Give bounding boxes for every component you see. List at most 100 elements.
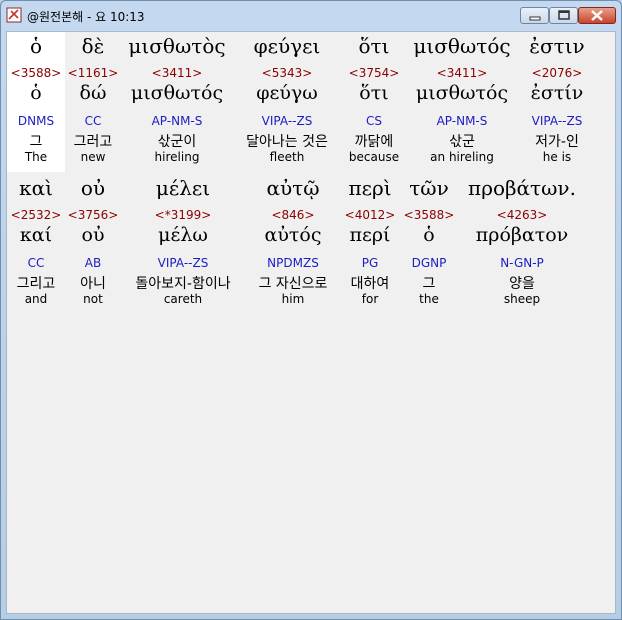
close-button[interactable] — [578, 7, 616, 24]
morph-code[interactable]: VIPA--ZS — [121, 256, 245, 270]
morph-code[interactable]: PG — [341, 256, 399, 270]
morph-code[interactable]: NPDMZS — [245, 256, 341, 270]
morph-code[interactable]: VIPA--ZS — [517, 114, 597, 128]
word-column[interactable]: ὁ <3588> ὁ DNMS 그 The — [7, 32, 65, 172]
greek-word: μισθωτός — [413, 34, 511, 58]
morph-code[interactable]: AP-NM-S — [121, 114, 233, 128]
morph-code[interactable]: DGNP — [399, 256, 459, 270]
strong-number[interactable]: <4012> — [341, 208, 399, 222]
english-gloss: new — [80, 150, 106, 164]
lemma: ἐστίν — [530, 82, 584, 104]
morph-code[interactable]: CS — [341, 114, 407, 128]
korean-gloss: 그 — [29, 134, 43, 150]
word-column[interactable]: ἐστιν <2076> ἐστίν VIPA--ZS 저가-인 he is — [517, 32, 597, 172]
korean-gloss: 그 — [422, 276, 436, 292]
lemma: αὐτός — [264, 224, 322, 246]
strong-number[interactable]: <3411> — [407, 66, 517, 80]
word-column[interactable]: φεύγει <5343> φεύγω VIPA--ZS 달아나는 것은 fle… — [233, 32, 341, 172]
strong-number[interactable]: <3588> — [7, 66, 65, 80]
strong-number[interactable]: <846> — [245, 208, 341, 222]
english-gloss: an hireling — [430, 150, 494, 164]
strong-number[interactable]: <5343> — [233, 66, 341, 80]
app-window: @원전본해 - 요 10:13 ὁ <3588> ὁ DNMS 그 The δὲ… — [0, 0, 622, 620]
english-gloss: careth — [163, 292, 203, 306]
minimize-icon — [529, 16, 541, 21]
english-gloss: sheep — [503, 292, 541, 306]
close-icon — [591, 10, 603, 21]
lemma: δώ — [79, 82, 107, 104]
strong-number[interactable]: <3588> — [399, 208, 459, 222]
korean-gloss: 저가-인 — [535, 134, 579, 150]
korean-gloss: 그러고 — [73, 134, 113, 150]
english-gloss: hireling — [154, 150, 200, 164]
english-gloss: and — [24, 292, 48, 306]
greek-word: μισθωτὸς — [128, 34, 226, 58]
word-column[interactable]: μέλει <*3199> μέλω VIPA--ZS 돌아보지-함이나 car… — [121, 174, 245, 314]
greek-word: ἐστιν — [529, 34, 585, 58]
window-title: @원전본해 - 요 10:13 — [27, 10, 145, 24]
greek-word: περὶ — [348, 176, 392, 200]
english-gloss: he is — [542, 150, 572, 164]
word-column[interactable]: προβάτων. <4263> πρόβατον N-GN-P 양을 shee… — [459, 174, 585, 314]
strong-number[interactable]: <3756> — [65, 208, 121, 222]
strong-number[interactable]: <3754> — [341, 66, 407, 80]
strong-number[interactable]: <1161> — [65, 66, 121, 80]
word-column[interactable]: καὶ <2532> καί CC 그리고 and — [7, 174, 65, 314]
lemma: καί — [19, 224, 53, 246]
english-gloss: for — [361, 292, 379, 306]
word-column[interactable]: δὲ <1161> δώ CC 그러고 new — [65, 32, 121, 172]
korean-gloss: 까닭에 — [354, 134, 394, 150]
strong-number[interactable]: <4263> — [459, 208, 585, 222]
lemma: πρόβατον — [475, 224, 569, 246]
english-gloss: the — [419, 292, 439, 306]
lemma: οὐ — [81, 224, 105, 246]
english-gloss: The — [24, 150, 48, 164]
strong-number[interactable]: <*3199> — [121, 208, 245, 222]
word-column[interactable]: τῶν <3588> ὁ DGNP 그 the — [399, 174, 459, 314]
title-bar[interactable]: @원전본해 - 요 10:13 — [1, 1, 621, 31]
word-column[interactable]: μισθωτὸς <3411> μισθωτός AP-NM-S 삯군이 hir… — [121, 32, 233, 172]
word-column[interactable]: αὐτῷ <846> αὐτός NPDMZS 그 자신으로 him — [245, 174, 341, 314]
greek-word: δὲ — [81, 34, 105, 58]
greek-word: ὅτι — [358, 34, 390, 58]
korean-gloss: 대하여 — [350, 276, 390, 292]
lemma: ὅτι — [359, 82, 389, 104]
word-column[interactable]: μισθωτός <3411> μισθωτός AP-NM-S 삯군 an h… — [407, 32, 517, 172]
lemma: μισθωτός — [415, 82, 509, 104]
morph-code[interactable]: CC — [65, 114, 121, 128]
lemma: μέλω — [158, 224, 208, 246]
morph-code[interactable]: CC — [7, 256, 65, 270]
korean-gloss: 달아나는 것은 — [246, 134, 328, 150]
english-gloss: not — [83, 292, 103, 306]
lemma: φεύγω — [256, 82, 318, 104]
greek-word: οὐ — [80, 176, 106, 200]
english-gloss: him — [281, 292, 305, 306]
strong-number[interactable]: <2076> — [517, 66, 597, 80]
lemma: ὁ — [423, 224, 435, 246]
app-icon — [6, 7, 22, 23]
interlinear-view: ὁ <3588> ὁ DNMS 그 The δὲ <1161> δώ CC 그러… — [6, 31, 616, 614]
morph-code[interactable]: DNMS — [7, 114, 65, 128]
greek-word: ὁ — [29, 34, 43, 58]
korean-gloss: 그 자신으로 — [258, 276, 328, 292]
word-column[interactable]: οὐ <3756> οὐ AB 아니 not — [65, 174, 121, 314]
greek-word: καὶ — [19, 176, 53, 200]
morph-code[interactable]: N-GN-P — [459, 256, 585, 270]
korean-gloss: 아니 — [80, 276, 106, 292]
morph-code[interactable]: AB — [65, 256, 121, 270]
minimize-button[interactable] — [520, 7, 549, 24]
english-gloss: because — [348, 150, 400, 164]
morph-code[interactable]: AP-NM-S — [407, 114, 517, 128]
morph-code[interactable]: VIPA--ZS — [233, 114, 341, 128]
lemma: ὁ — [30, 82, 42, 104]
word-column[interactable]: περὶ <4012> περί PG 대하여 for — [341, 174, 399, 314]
greek-word: τῶν — [409, 176, 449, 200]
maximize-icon — [558, 10, 570, 20]
korean-gloss: 그리고 — [16, 276, 56, 292]
korean-gloss: 삯군 — [449, 134, 475, 150]
word-column[interactable]: ὅτι <3754> ὅτι CS 까닭에 because — [341, 32, 407, 172]
strong-number[interactable]: <2532> — [7, 208, 65, 222]
greek-word: αὐτῷ — [266, 176, 320, 200]
maximize-button[interactable] — [549, 7, 578, 24]
strong-number[interactable]: <3411> — [121, 66, 233, 80]
